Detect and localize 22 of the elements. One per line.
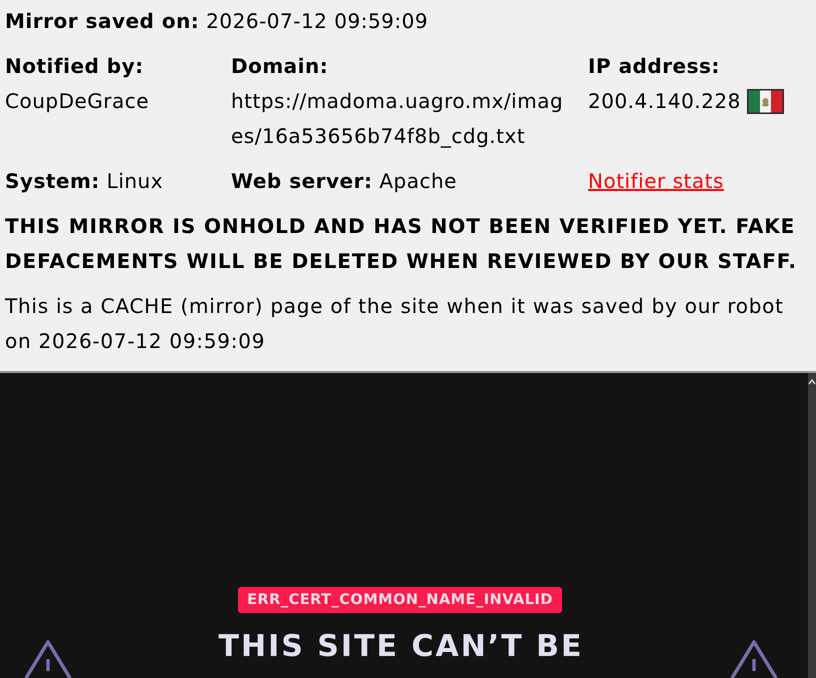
field-value: CoupDeGrace	[5, 88, 150, 115]
warning-icon	[730, 640, 778, 678]
warning-notice: THIS MIRROR IS ONHOLD AND HAS NOT BEEN VERIFIED YET. FAKE DEFACEMENTS WILL BE DELETED WHEN REVIEWED BY OUR STAFF.	[5, 213, 798, 275]
error-code-badge: ERR_CERT_COMMON_NAME_INVALID	[238, 587, 562, 613]
field-value: Linux	[106, 169, 164, 193]
field-label: Notified by:	[5, 53, 144, 80]
error-heading: THIS SITE CAN’T BE	[218, 628, 584, 665]
flag-icon	[746, 89, 784, 114]
scroll-up-icon[interactable]	[808, 379, 816, 385]
field-label: Mirror saved on:	[5, 9, 200, 33]
field-label: Domain:	[231, 53, 328, 80]
scrollbar[interactable]	[808, 373, 816, 678]
warning-icon	[24, 640, 72, 678]
field-label: Web server:	[231, 169, 372, 193]
cache-note: This is a CACHE (mirror) page of the site when it was saved by our robot on 2026-07-12 09:59:09	[5, 293, 785, 355]
field-value: Apache	[379, 169, 457, 193]
field-value: https://madoma.uagro.mx/images/16a53656b74f8b_cdg.txt	[231, 88, 564, 150]
field-value: 2026-07-12 09:59:09	[206, 9, 428, 33]
notifier-stats-link[interactable]: Notifier stats	[588, 169, 724, 193]
field-label: IP address:	[588, 53, 720, 80]
field-value: 200.4.140.228	[588, 88, 741, 115]
field-label: System:	[5, 169, 100, 193]
